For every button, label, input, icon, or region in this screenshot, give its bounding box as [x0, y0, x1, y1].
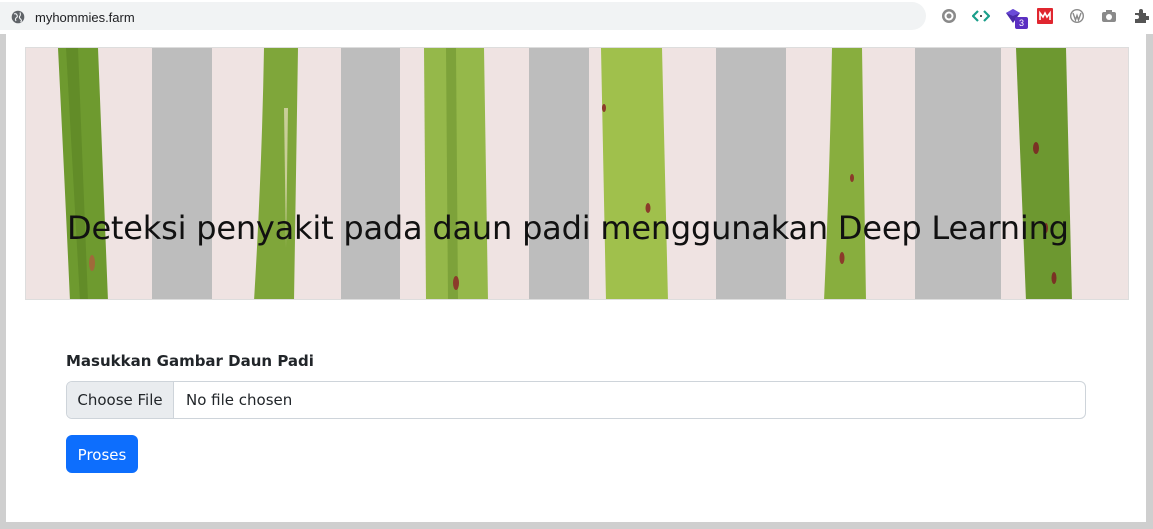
url-text[interactable]: myhommies.farm [35, 10, 135, 25]
file-input[interactable]: Choose File No file chosen [66, 381, 1086, 419]
camera-icon[interactable] [1100, 7, 1118, 25]
browser-toolbar: myhommies.farm 3 [0, 0, 1153, 34]
file-input-label: Masukkan Gambar Daun Padi [66, 352, 314, 370]
page-frame-left [0, 34, 6, 529]
file-status-text: No file chosen [186, 391, 293, 409]
address-bar[interactable]: myhommies.farm [0, 2, 926, 30]
wordpress-icon[interactable] [1068, 7, 1086, 25]
gear-extension-icon[interactable] [940, 7, 958, 25]
purple-cube-icon[interactable]: 3 [1004, 7, 1028, 29]
proses-button[interactable]: Proses [66, 435, 138, 473]
page-frame-right [1146, 34, 1153, 529]
hero-banner: Deteksi penyakit pada daun padi mengguna… [25, 47, 1129, 300]
red-m-icon[interactable] [1036, 7, 1054, 25]
puzzle-icon[interactable] [1132, 7, 1150, 25]
page-title: Deteksi penyakit pada daun padi mengguna… [67, 209, 1069, 247]
extension-badge: 3 [1015, 17, 1028, 29]
globe-icon [11, 10, 25, 24]
code-brackets-icon[interactable] [972, 7, 990, 25]
rice-leaf-background-image [26, 48, 1128, 299]
choose-file-button[interactable]: Choose File [67, 382, 174, 418]
page-frame-bottom [0, 522, 1153, 529]
